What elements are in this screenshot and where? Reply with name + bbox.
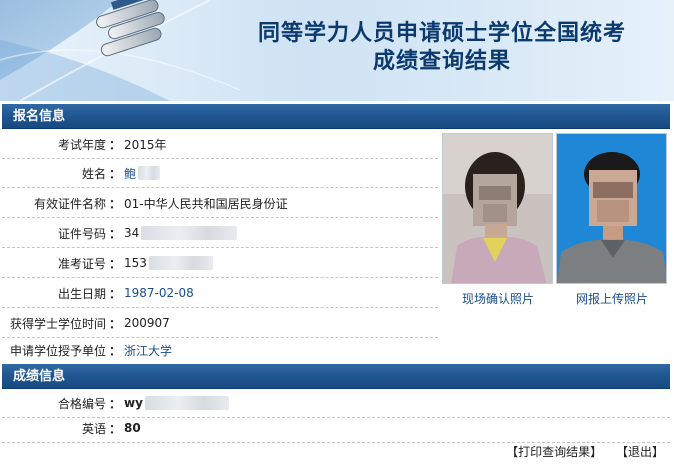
separator: ： <box>108 421 121 436</box>
value-bachelor-date: 200907 <box>124 316 170 330</box>
separator: ： <box>108 343 121 358</box>
row-name: 姓名 ： 鲍 <box>2 159 438 188</box>
onsite-photo-caption: 现场确认照片 <box>461 292 534 306</box>
label-qualification-no: 合格编号 <box>57 396 106 411</box>
separator: ： <box>108 316 121 331</box>
label-id-number: 证件号码 <box>57 226 106 241</box>
page-title-line2: 成绩查询结果 <box>372 49 511 74</box>
value-english-score: 80 <box>124 421 141 435</box>
online-photo-image <box>557 134 666 283</box>
row-id-number: 证件号码 ： 34 <box>2 219 438 248</box>
redaction-blur <box>144 396 229 410</box>
online-photo-caption: 网报上传照片 <box>575 292 648 306</box>
separator: ： <box>108 166 121 181</box>
onsite-photo-image <box>443 134 552 283</box>
scores-section-header: 成绩信息 <box>2 364 670 389</box>
page-title: 同等学力人员申请硕士学位全国统考 成绩查询结果 <box>232 20 652 76</box>
separator: ： <box>108 226 121 241</box>
value-qualification-no: wy <box>124 396 143 410</box>
value-degree-unit: 浙江大学 <box>124 343 173 358</box>
row-exam-ticket: 准考证号 ： 153 <box>2 249 438 278</box>
row-english-score: 英语 ： 80 <box>2 414 670 443</box>
value-id-type: 01-中华人民共和国居民身份证 <box>124 196 288 211</box>
separator: ： <box>108 137 121 152</box>
label-bachelor-date: 获得学士学位时间 <box>9 316 106 331</box>
value-exam-ticket: 153 <box>124 256 147 270</box>
separator: ： <box>108 196 121 211</box>
label-exam-ticket: 准考证号 <box>57 256 106 271</box>
separator: ： <box>108 286 121 301</box>
value-name: 鲍 <box>124 166 137 181</box>
label-birth-date: 出生日期 <box>57 286 106 301</box>
row-id-type: 有效证件名称 ： 01-中华人民共和国居民身份证 <box>2 189 438 218</box>
print-results-button[interactable]: 【打印查询结果】 <box>506 445 602 459</box>
label-name: 姓名 <box>81 166 106 181</box>
row-bachelor-date: 获得学士学位时间 ： 200907 <box>2 309 438 338</box>
row-birth-date: 出生日期 ： 1987-02-08 <box>2 279 438 308</box>
label-id-type: 有效证件名称 <box>33 196 106 211</box>
label-english: 英语 <box>81 421 106 436</box>
footer-actions: 【打印查询结果】 【退出】 <box>496 443 664 460</box>
online-photo <box>556 133 667 284</box>
value-birth-date: 1987-02-08 <box>124 286 194 300</box>
exit-button[interactable]: 【退出】 <box>616 445 664 459</box>
row-degree-unit: 申请学位授予单位 ： 浙江大学 <box>2 336 670 365</box>
redaction-blur <box>138 166 161 180</box>
row-exam-year: 考试年度 ： 2015年 <box>2 130 438 159</box>
header-banner: 同等学力人员申请硕士学位全国统考 成绩查询结果 <box>0 0 674 101</box>
registration-section-header: 报名信息 <box>2 104 670 129</box>
redaction-blur <box>141 226 238 240</box>
value-exam-year: 2015年 <box>124 137 167 152</box>
value-id-number: 34 <box>124 226 140 240</box>
page-title-line1: 同等学力人员申请硕士学位全国统考 <box>257 21 626 46</box>
label-exam-year: 考试年度 <box>57 137 106 152</box>
separator: ： <box>108 396 121 411</box>
separator: ： <box>108 256 121 271</box>
label-degree-unit: 申请学位授予单位 <box>9 343 106 358</box>
redaction-blur <box>148 256 213 270</box>
onsite-photo <box>442 133 553 284</box>
banner-decoration <box>0 0 241 101</box>
